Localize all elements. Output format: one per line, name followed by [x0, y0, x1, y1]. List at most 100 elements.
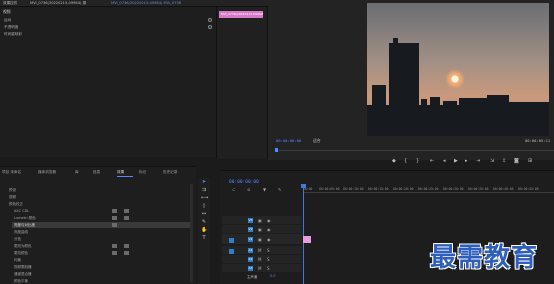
solo-icon[interactable]: S — [267, 257, 270, 262]
selection-tool-icon[interactable]: ➤ — [201, 179, 207, 185]
tab-source-monitor[interactable]: MVI_0736(20220215-09964) 源 — [30, 1, 86, 6]
effect-item[interactable]: 颜色平衡 — [14, 279, 28, 284]
razor-tool-icon[interactable]: ◊ — [201, 203, 207, 209]
track-select-tool-icon[interactable]: ⇉ — [201, 187, 207, 193]
track-target-v1[interactable]: V1 — [248, 237, 253, 242]
effects-folder-video[interactable]: 视频 — [9, 195, 16, 200]
solo-icon[interactable]: S — [267, 266, 270, 271]
master-volume-value[interactable]: 0.0 — [270, 274, 275, 278]
effect-row-opacity[interactable]: 不透明度 — [4, 25, 18, 30]
pen-tool-icon[interactable]: ✎ — [201, 219, 207, 225]
solo-icon[interactable]: S — [267, 248, 270, 253]
track-header-v3 — [222, 216, 302, 224]
export-frame-icon[interactable]: ◙ — [514, 158, 519, 164]
effects-scrollbar[interactable] — [190, 184, 193, 282]
ripple-edit-tool-icon[interactable]: ⟷ — [201, 195, 208, 201]
accelerated-badge-icon — [112, 223, 117, 227]
32bit-badge-icon — [124, 216, 129, 220]
eye-icon[interactable]: ◉ — [267, 218, 271, 223]
hand-tool-icon[interactable]: ✋ — [201, 227, 207, 233]
track-target-a3[interactable]: A3 — [248, 266, 253, 271]
effect-item[interactable]: 通道混合器 — [14, 272, 32, 277]
effects-folder-presets[interactable]: 预设 — [9, 188, 16, 193]
reset-icon[interactable] — [208, 18, 212, 22]
linked-selection-icon[interactable]: ⊘ — [247, 187, 250, 192]
effect-item[interactable]: 更改颜色 — [14, 251, 28, 256]
effect-item[interactable]: 亮度曲线 — [14, 230, 28, 235]
wrench-icon[interactable]: ✎ — [278, 187, 281, 192]
mark-in-icon[interactable]: { — [404, 158, 407, 164]
track-target-v2[interactable]: V2 — [248, 227, 253, 232]
effect-controls-section-header: 视频 — [3, 9, 11, 14]
mini-timeline-clip[interactable]: MVI_0736(20220215-0996#B — [219, 11, 263, 18]
lock-icon[interactable]: ▣ — [258, 218, 262, 223]
32bit-badge-icon — [124, 251, 129, 255]
effect-item[interactable]: Lumetri 颜色 — [14, 216, 36, 221]
tab-effects[interactable]: 效果 — [117, 170, 124, 175]
button-editor-icon[interactable]: ⊞ — [528, 158, 532, 164]
effect-item[interactable]: ASC CDL — [14, 209, 29, 213]
tab-project[interactable]: 项目 未命名 — [2, 170, 21, 175]
track-target-a2[interactable]: A2 — [248, 257, 253, 262]
effects-folder-color-correction[interactable]: 颜色校正 — [9, 202, 23, 207]
insert-icon[interactable]: ⇲ — [490, 158, 494, 164]
ruler-label: 00:00:45:00 — [518, 187, 539, 191]
timeline-ruler[interactable] — [303, 192, 554, 193]
tab-history[interactable]: 历史记录 — [163, 170, 177, 175]
effect-item[interactable]: 均衡 — [14, 258, 21, 263]
timeline-timecode[interactable]: 00:00:00:00 — [229, 180, 259, 185]
program-playhead[interactable] — [275, 148, 278, 152]
lock-icon[interactable]: ▣ — [258, 227, 262, 232]
tab-libraries[interactable]: 库 — [75, 170, 79, 175]
go-to-out-icon[interactable]: ⇥ — [476, 158, 480, 164]
program-scrub-bar[interactable] — [276, 150, 554, 151]
add-marker-icon[interactable]: ▼ — [263, 187, 266, 192]
source-patch-v1[interactable] — [229, 238, 234, 243]
effect-item-selected[interactable]: 亮度与对比度 — [14, 223, 35, 228]
slip-tool-icon[interactable]: ↔ — [201, 211, 207, 217]
tab-info[interactable]: 信息 — [93, 170, 100, 175]
track-target-a1[interactable]: A1 — [248, 248, 253, 253]
effect-row-motion[interactable]: 运动 — [4, 18, 11, 23]
zoom-fit-select[interactable]: 适合 — [313, 138, 321, 144]
32bit-badge-icon — [124, 244, 129, 248]
type-tool-icon[interactable]: T — [201, 235, 207, 241]
eye-icon[interactable]: ◉ — [267, 237, 271, 242]
go-to-in-icon[interactable]: ⇤ — [430, 158, 434, 164]
program-duration: 00:00:05:11 — [525, 138, 551, 143]
step-back-icon[interactable]: ◂ — [443, 158, 446, 164]
playhead-handle[interactable] — [301, 184, 306, 188]
v1-clip[interactable] — [303, 236, 311, 243]
step-forward-icon[interactable]: ▸ — [465, 158, 468, 164]
track-target-v3[interactable]: V3 — [248, 218, 253, 223]
tab-markers[interactable]: 标记 — [139, 170, 146, 175]
eye-icon[interactable]: ◉ — [267, 227, 271, 232]
track-header-a1 — [222, 246, 302, 254]
effect-item[interactable]: 视频限制器 — [14, 265, 32, 270]
effect-item[interactable]: 更改为颜色 — [14, 244, 32, 249]
program-timecode[interactable]: 00:00:00:00 — [276, 138, 301, 143]
mute-icon[interactable]: M — [258, 248, 261, 253]
add-marker-icon[interactable]: ◆ — [392, 158, 396, 164]
mute-icon[interactable]: M — [258, 257, 261, 262]
timeline-playhead[interactable] — [303, 185, 304, 284]
effect-controls-panel — [0, 7, 216, 157]
effect-row-time-remap[interactable]: 时间重映射 — [4, 32, 22, 37]
lock-icon[interactable]: ▣ — [258, 237, 262, 242]
mark-out-icon[interactable]: } — [416, 158, 419, 164]
reset-icon[interactable] — [208, 25, 212, 29]
tab-sequence[interactable]: MVI_0736(20220215-09964) MVI_0736 — [111, 1, 181, 6]
tab-effect-controls[interactable]: 效果控件 — [3, 1, 17, 6]
tab-media-browser[interactable]: 媒体浏览器 — [38, 170, 56, 175]
ruler-label: 00:00:30:00 — [443, 187, 464, 191]
sunset-city-image — [367, 3, 549, 136]
play-icon[interactable]: ▶ — [454, 158, 458, 164]
snap-icon[interactable]: ⊂ — [232, 187, 235, 192]
overwrite-icon[interactable]: ⇳ — [502, 158, 506, 164]
ruler-label: 00:00:25:00 — [418, 187, 439, 191]
ruler-label: 00:00:35:00 — [468, 187, 489, 191]
selected-effect-highlight — [12, 222, 190, 228]
effect-item[interactable]: 分色 — [14, 237, 21, 242]
source-patch-a1[interactable] — [229, 249, 234, 254]
mute-icon[interactable]: M — [258, 266, 261, 271]
